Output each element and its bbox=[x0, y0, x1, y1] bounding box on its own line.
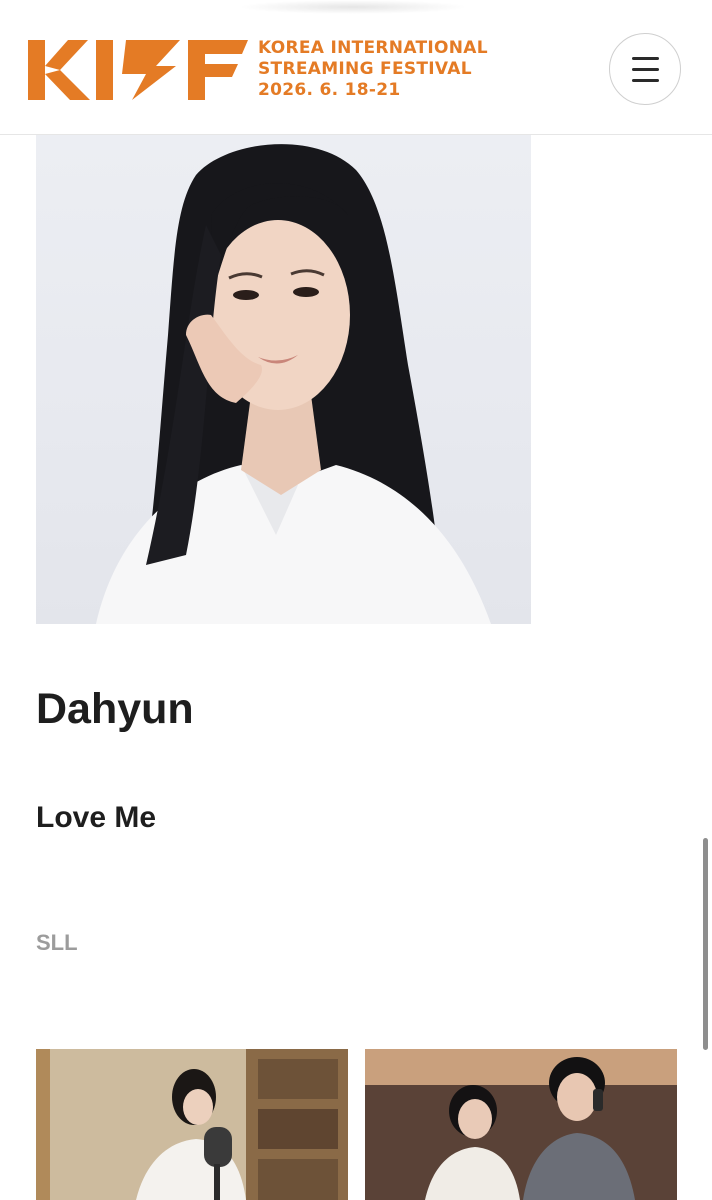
profile-photo bbox=[36, 135, 531, 624]
kisf-logo-mark bbox=[28, 40, 248, 100]
menu-button[interactable] bbox=[609, 33, 681, 105]
distributor-label: SLL bbox=[36, 930, 78, 955]
page-scrollbar[interactable] bbox=[703, 838, 708, 1050]
header-top-shadow bbox=[238, 0, 468, 14]
still-image-1[interactable] bbox=[36, 1049, 348, 1200]
logo-line-1: KOREA INTERNATIONAL bbox=[258, 38, 488, 58]
work-title: Love Me bbox=[36, 801, 157, 834]
logo-wordmark: KOREA INTERNATIONAL STREAMING FESTIVAL 2… bbox=[258, 38, 548, 101]
logo-line-2: STREAMING FESTIVAL bbox=[258, 59, 472, 79]
still-image-2[interactable] bbox=[365, 1049, 677, 1200]
kisf-logo[interactable]: KOREA INTERNATIONAL STREAMING FESTIVAL 2… bbox=[28, 36, 548, 104]
logo-date: 2026. 6. 18-21 bbox=[258, 80, 401, 100]
site-header: KOREA INTERNATIONAL STREAMING FESTIVAL 2… bbox=[0, 0, 712, 135]
person-name: Dahyun bbox=[36, 685, 194, 733]
hamburger-menu-icon bbox=[632, 57, 659, 60]
